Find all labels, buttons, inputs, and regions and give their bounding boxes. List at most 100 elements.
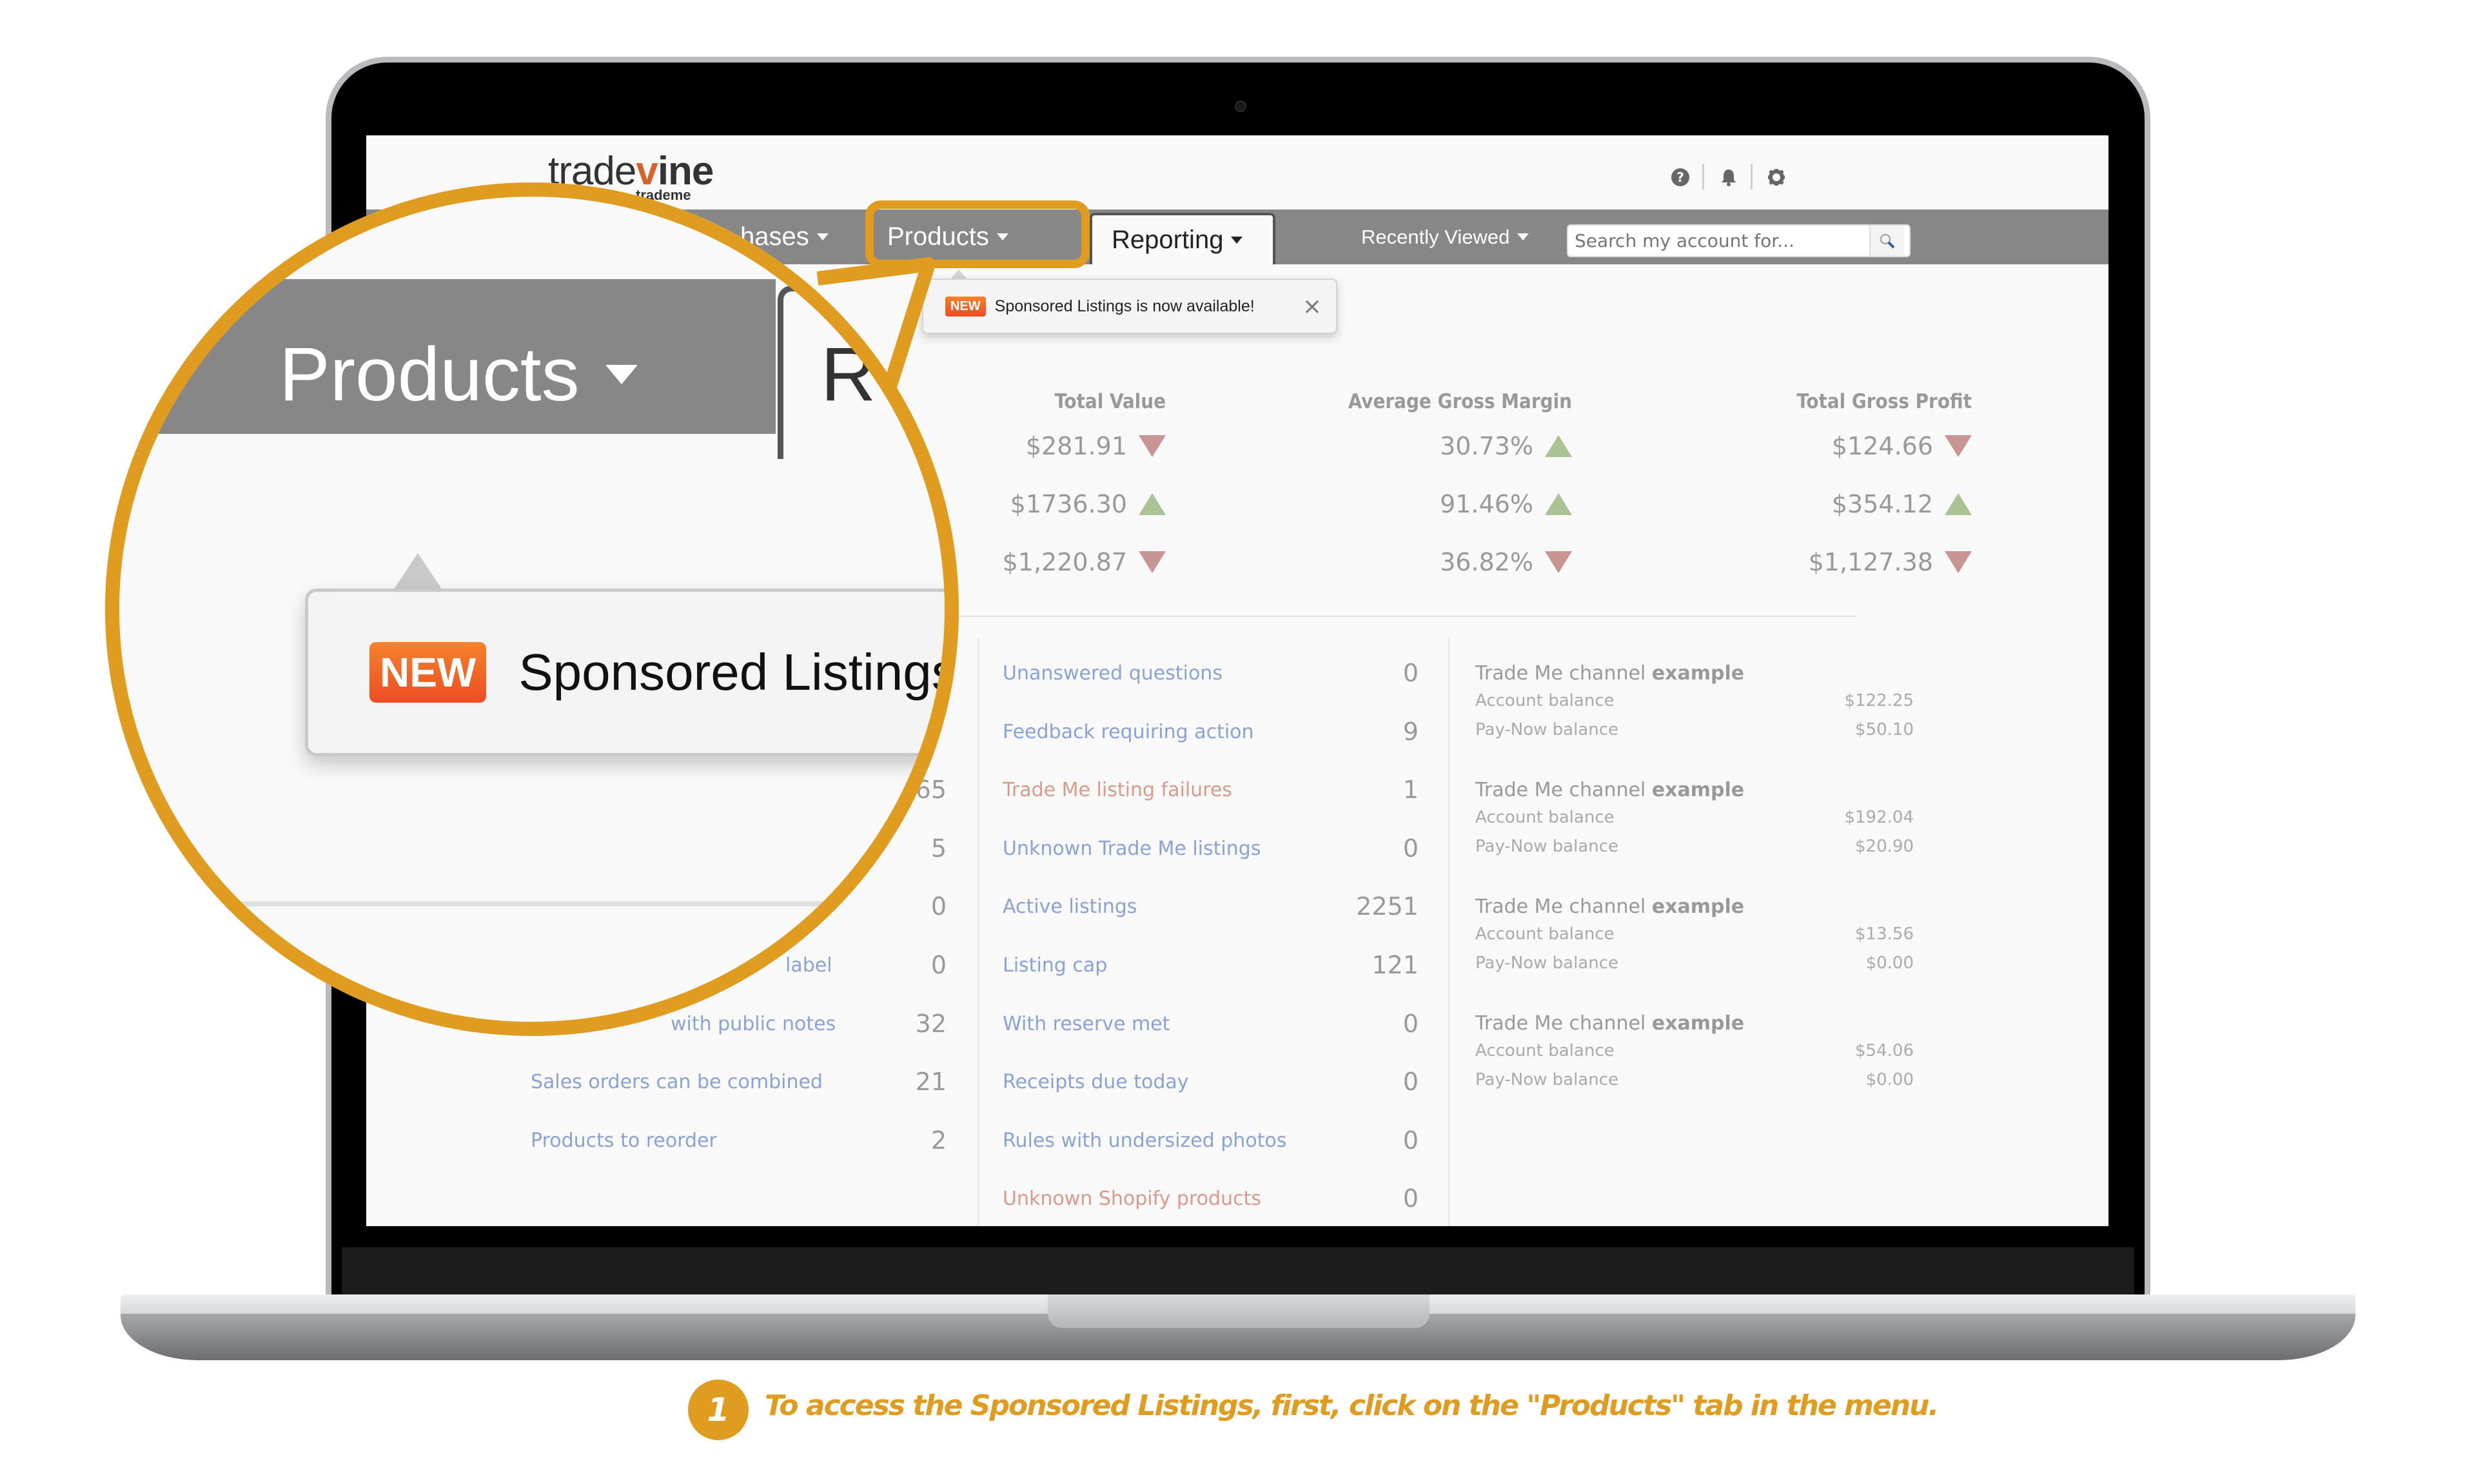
- search-input[interactable]: [1568, 229, 1869, 252]
- tab-reporting-label: Reporting: [1112, 225, 1224, 254]
- channel-title: Trade Me channel example: [1475, 1012, 1744, 1035]
- icon-separator: [1751, 164, 1753, 190]
- help-icon[interactable]: ?: [1671, 168, 1690, 187]
- account-balance-label: Account balance: [1475, 808, 1615, 827]
- bell-icon[interactable]: [1719, 168, 1738, 187]
- instruction-caption: To access the Sponsored Listings, first,…: [765, 1389, 1939, 1422]
- account-balance-label: Account balance: [1475, 691, 1615, 710]
- left-list-item-count: 21: [915, 1068, 947, 1097]
- chevron-down-icon: [1517, 233, 1529, 240]
- channel-title: Trade Me channel example: [1475, 779, 1744, 801]
- stat-value: 36.82%: [1314, 548, 1572, 576]
- trend-down-icon: [1139, 551, 1166, 573]
- recently-viewed-dropdown[interactable]: Recently Viewed: [1361, 210, 1529, 264]
- left-list-item-label[interactable]: Sales orders can be combined: [531, 1071, 823, 1093]
- middle-list-item-link[interactable]: Listing cap: [1003, 954, 1107, 977]
- middle-list-item-link[interactable]: Unanswered questions: [1003, 662, 1223, 685]
- stat-value: $1,127.38: [1714, 548, 1972, 576]
- middle-list-item-count: 1: [1402, 776, 1419, 805]
- column-divider: [978, 638, 979, 1226]
- middle-list-item-count: 0: [1402, 834, 1419, 863]
- stat-value-text: $124.66: [1831, 432, 1933, 460]
- middle-list-item-count: 9: [1402, 717, 1419, 746]
- step-number-badge: 1: [688, 1380, 749, 1440]
- stat-value-text: 91.46%: [1440, 490, 1533, 518]
- account-balance-value: $192.04: [1844, 808, 1914, 827]
- stat-value: $354.12: [1714, 490, 1972, 518]
- column-divider: [1448, 638, 1449, 1226]
- trend-down-icon: [1945, 551, 1972, 573]
- account-balance-label: Account balance: [1475, 924, 1615, 944]
- trend-up-icon: [1545, 493, 1572, 515]
- chevron-down-icon: [816, 233, 829, 240]
- products-tab-highlight: [865, 200, 1090, 268]
- tab-reporting[interactable]: Reporting: [1090, 213, 1275, 264]
- magnified-header-letter: T: [863, 953, 907, 1028]
- magnifier-ring: [105, 182, 959, 1036]
- left-list-item-label[interactable]: with public notes: [671, 1013, 836, 1035]
- trend-up-icon: [1945, 493, 1972, 515]
- middle-list-item-link[interactable]: Feedback requiring action: [1003, 721, 1254, 743]
- stat-value-text: $1,220.87: [1002, 548, 1127, 576]
- icon-separator: [1702, 164, 1704, 190]
- paynow-balance-value: $0.00: [1865, 953, 1914, 973]
- channel-title-text: Trade Me channel: [1475, 1012, 1652, 1035]
- paynow-balance-value: $50.10: [1855, 720, 1914, 739]
- middle-list-item-link[interactable]: Unknown Trade Me listings: [1003, 837, 1261, 860]
- trend-down-icon: [1545, 551, 1572, 573]
- middle-list-item-count: 0: [1402, 659, 1419, 687]
- channel-title: Trade Me channel example: [1475, 895, 1744, 918]
- stat-value-text: 36.82%: [1440, 548, 1533, 576]
- channel-title-text: Trade Me channel: [1475, 662, 1652, 685]
- stat-value-text: $354.12: [1831, 490, 1933, 518]
- laptop-notch: [1048, 1294, 1430, 1328]
- stat-header-avg-gross-margin: Average Gross Margin: [1348, 390, 1572, 413]
- left-list-item-label[interactable]: Products to reorder: [531, 1129, 717, 1152]
- stat-value-text: $281.91: [1025, 432, 1127, 460]
- paynow-balance-label: Pay-Now balance: [1475, 1070, 1619, 1089]
- left-list-item-count: 2: [930, 1126, 947, 1155]
- middle-list-item-count: 0: [1402, 1126, 1419, 1155]
- stat-header-total-value: Total Value: [1054, 390, 1166, 413]
- middle-list-item-count: 121: [1371, 951, 1419, 979]
- middle-list-item-count: 0: [1402, 1068, 1419, 1097]
- middle-list-item-count: 0: [1402, 1184, 1419, 1213]
- search-button[interactable]: [1869, 226, 1904, 256]
- channel-title: Trade Me channel example: [1475, 662, 1744, 685]
- paynow-balance-value: $20.90: [1855, 837, 1914, 856]
- trend-up-icon: [1545, 435, 1572, 457]
- channel-name: example: [1651, 662, 1745, 685]
- middle-list-item-link[interactable]: Rules with undersized photos: [1003, 1129, 1286, 1152]
- middle-list-item-link[interactable]: With reserve met: [1003, 1013, 1170, 1035]
- channel-name: example: [1651, 1012, 1745, 1035]
- middle-list-item-link[interactable]: Unknown Shopify products: [1003, 1187, 1261, 1210]
- trend-down-icon: [1139, 435, 1166, 457]
- trend-up-icon: [1139, 493, 1166, 515]
- trend-down-icon: [1945, 435, 1972, 457]
- stat-value: 91.46%: [1314, 490, 1572, 518]
- stat-header-total-gross-profit: Total Gross Profit: [1796, 390, 1972, 413]
- paynow-balance-label: Pay-Now balance: [1475, 953, 1619, 973]
- chevron-down-icon: [1231, 236, 1243, 244]
- gear-icon[interactable]: [1767, 168, 1786, 187]
- paynow-balance-label: Pay-Now balance: [1475, 837, 1619, 856]
- sponsored-listings-tooltip: NEW Sponsored Listings is now available!…: [922, 278, 1337, 334]
- search-box: [1567, 224, 1911, 257]
- middle-list-item-link[interactable]: Active listings: [1003, 895, 1137, 918]
- middle-list-item-link[interactable]: Receipts due today: [1003, 1071, 1189, 1093]
- laptop-chin: [342, 1247, 2134, 1299]
- search-icon: [1880, 233, 1895, 248]
- paynow-balance-label: Pay-Now balance: [1475, 720, 1619, 739]
- close-icon[interactable]: ×: [1302, 293, 1322, 320]
- paynow-balance-value: $0.00: [1865, 1070, 1914, 1089]
- stat-value: 30.73%: [1314, 432, 1572, 460]
- svg-text:?: ?: [1676, 170, 1684, 185]
- middle-list-item-link[interactable]: Trade Me listing failures: [1003, 779, 1232, 801]
- stat-value: $124.66: [1714, 432, 1972, 460]
- tooltip-text[interactable]: Sponsored Listings is now available!: [995, 297, 1255, 316]
- channel-name: example: [1651, 895, 1745, 918]
- stat-value-text: $1736.30: [1010, 490, 1127, 518]
- camera-icon: [1235, 101, 1246, 112]
- magnified-section-title: ity: [131, 953, 226, 1028]
- account-balance-value: $54.06: [1855, 1041, 1914, 1060]
